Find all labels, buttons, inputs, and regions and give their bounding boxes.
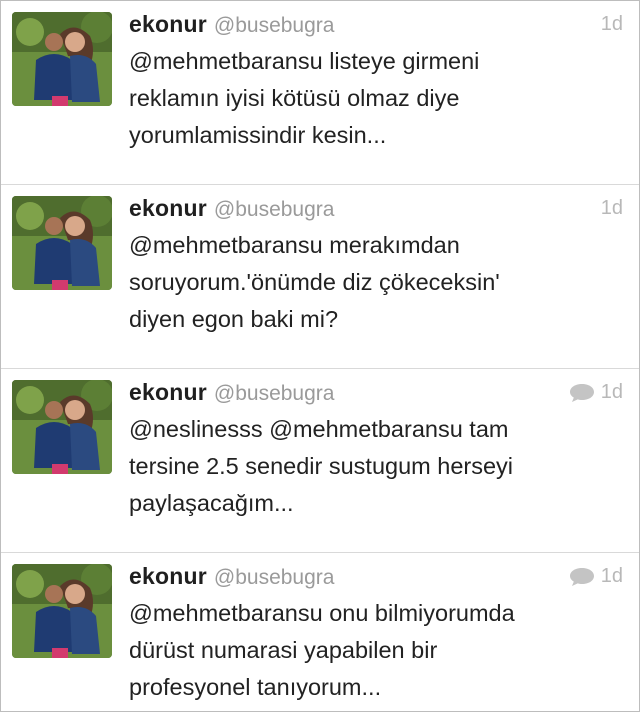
tweet-text-line: @mehmetbaransu listeye girmeni — [129, 48, 480, 74]
user-name[interactable]: ekonur — [129, 11, 207, 37]
tweet-item[interactable]: ekonur @busebugra 1d @mehmetbaransu onu b… — [1, 553, 639, 711]
user-name[interactable]: ekonur — [129, 195, 207, 221]
tweet-header: ekonur @busebugra 1d — [129, 11, 623, 41]
tweet-item[interactable]: ekonur @busebugra 1d @mehmetbaransu merak… — [1, 185, 639, 369]
tweet-text-line: reklamın iyisi kötüsü olmaz diye — [129, 85, 460, 111]
avatar[interactable] — [12, 380, 112, 474]
profile-photo-image — [12, 564, 112, 658]
timestamp: 1d — [600, 381, 623, 403]
avatar[interactable] — [12, 12, 112, 106]
tweet-header: ekonur @busebugra 1d — [129, 563, 623, 593]
profile-photo-image — [12, 12, 112, 106]
tweet-item[interactable]: ekonur @busebugra 1d @mehmetbaransu liste… — [1, 1, 639, 185]
tweet-text-line: paylaşacağım... — [129, 490, 294, 516]
avatar[interactable] — [12, 564, 112, 658]
tweet-item[interactable]: ekonur @busebugra 1d @neslinesss @mehmetb… — [1, 369, 639, 553]
user-name[interactable]: ekonur — [129, 563, 207, 589]
tweet-text-line: tersine 2.5 senedir sustugum herseyi — [129, 453, 514, 479]
tweet-text: @neslinesss @mehmetbaransu tam tersine 2… — [129, 411, 627, 522]
avatar[interactable] — [12, 196, 112, 290]
timestamp: 1d — [600, 197, 623, 219]
tweet-text-line: dürüst numarasi yapabilen bir — [129, 637, 438, 663]
tweet-text-line: diyen egon baki mi? — [129, 306, 339, 332]
timestamp: 1d — [600, 565, 623, 587]
timestamp: 1d — [600, 13, 623, 35]
user-handle[interactable]: @busebugra — [214, 198, 335, 221]
tweet-meta: 1d — [601, 13, 623, 36]
tweet-header: ekonur @busebugra 1d — [129, 195, 623, 225]
tweet-text-line: soruyorum.'önümde diz çökeceksin' — [129, 269, 500, 295]
tweet-meta: 1d — [601, 197, 623, 220]
speech-bubble-icon[interactable] — [569, 567, 595, 587]
tweet-timeline: ekonur @busebugra 1d @mehmetbaransu liste… — [0, 0, 640, 712]
tweet-text-line: @mehmetbaransu merakımdan — [129, 232, 460, 258]
profile-photo-image — [12, 196, 112, 290]
user-handle[interactable]: @busebugra — [214, 382, 335, 405]
tweet-header: ekonur @busebugra 1d — [129, 379, 623, 409]
tweet-text: @mehmetbaransu listeye girmeni reklamın … — [129, 43, 627, 154]
tweet-text-line: @mehmetbaransu onu bilmiyorumda — [129, 600, 515, 626]
tweet-text-line: @neslinesss @mehmetbaransu tam — [129, 416, 509, 442]
tweet-meta: 1d — [569, 381, 623, 404]
user-name[interactable]: ekonur — [129, 379, 207, 405]
speech-bubble-icon[interactable] — [569, 383, 595, 403]
tweet-text: @mehmetbaransu onu bilmiyorumda dürüst n… — [129, 595, 627, 706]
user-handle[interactable]: @busebugra — [214, 566, 335, 589]
profile-photo-image — [12, 380, 112, 474]
tweet-text-line: profesyonel tanıyorum... — [129, 674, 382, 700]
tweet-text: @mehmetbaransu merakımdan soruyorum.'önü… — [129, 227, 627, 338]
user-handle[interactable]: @busebugra — [214, 14, 335, 37]
tweet-text-line: yorumlamissindir kesin... — [129, 122, 387, 148]
tweet-meta: 1d — [569, 565, 623, 588]
